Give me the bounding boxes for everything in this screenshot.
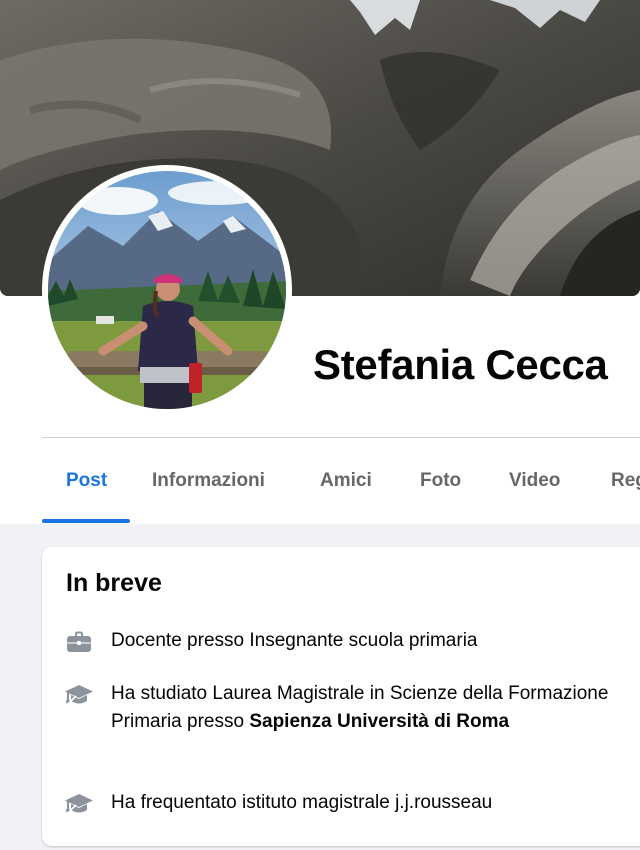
graduation-cap-icon	[64, 789, 94, 819]
tab-foto[interactable]: Foto	[420, 440, 461, 524]
tab-video[interactable]: Video	[509, 440, 560, 524]
active-tab-indicator	[42, 519, 130, 523]
tab-amici[interactable]: Amici	[320, 440, 372, 524]
graduation-cap-icon	[64, 680, 94, 710]
tab-more-truncated[interactable]: Reg	[611, 440, 640, 524]
avatar[interactable]	[48, 171, 286, 409]
university-link[interactable]: Sapienza Università di Roma	[249, 711, 509, 732]
header-divider	[42, 437, 640, 438]
profile-header: Stefania Cecca Post Informazioni Amici F…	[0, 0, 640, 524]
intro-school-text: Ha frequentato istituto magistrale j.j.r…	[111, 792, 493, 813]
briefcase-icon	[64, 627, 94, 657]
intro-title: In breve	[66, 569, 162, 597]
tab-post[interactable]: Post	[66, 440, 107, 524]
intro-card: In breve Docente presso Insegnante scuol…	[42, 547, 640, 846]
intro-work-text: Docente presso Insegnante scuola primari…	[111, 630, 478, 651]
tab-informazioni[interactable]: Informazioni	[152, 440, 265, 524]
profile-tabs: Post Informazioni Amici Foto Video Reg	[42, 440, 640, 524]
profile-name: Stefania Cecca	[313, 341, 608, 388]
intro-university-text: Ha studiato Laurea Magistrale in Scienze…	[111, 680, 611, 736]
